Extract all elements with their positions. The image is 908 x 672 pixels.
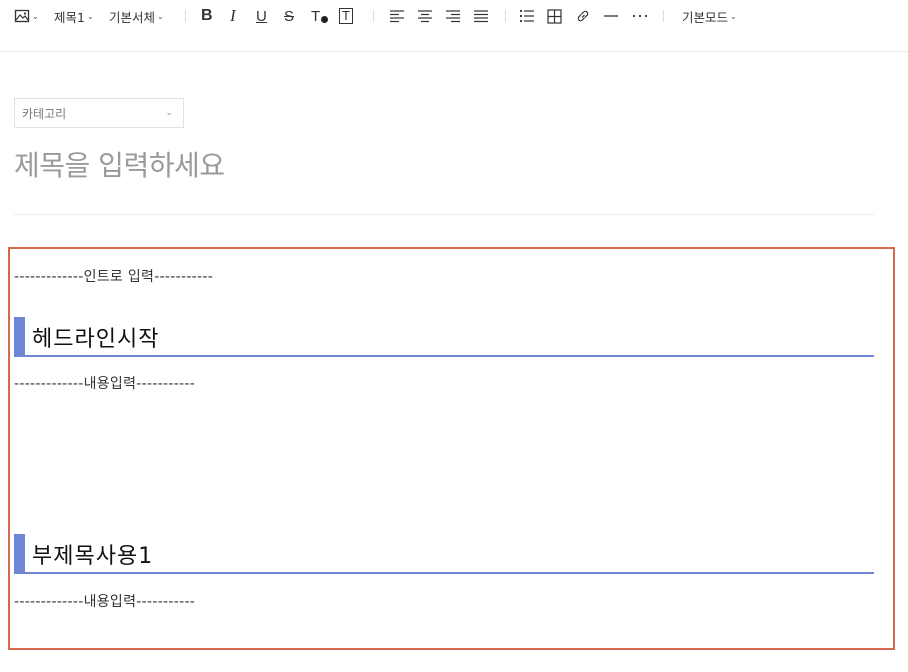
editor-toolbar: ⌄ 제목1 ⌄ 기본서체 ⌄ B I U S T T 기본모드 ⌄ <box>0 0 908 52</box>
title-input[interactable]: 제목을 입력하세요 <box>14 144 874 188</box>
chevron-down-icon: ⌄ <box>165 108 173 118</box>
category-label: 카테고리 <box>22 106 67 121</box>
chevron-down-icon: ⌄ <box>86 11 94 21</box>
more-icon <box>632 14 648 18</box>
heading-style-dropdown[interactable]: 제목1 ⌄ <box>54 5 94 27</box>
table-icon <box>547 8 562 24</box>
underline-button[interactable]: U <box>256 5 267 27</box>
strikethrough-button[interactable]: S <box>284 5 294 27</box>
bullet-list-button[interactable] <box>519 5 535 27</box>
strikethrough-icon: S <box>284 7 295 25</box>
toolbar-divider <box>373 10 374 22</box>
align-right-button[interactable] <box>445 5 461 27</box>
align-center-button[interactable] <box>417 5 433 27</box>
more-options-button[interactable] <box>631 5 649 27</box>
headline-block[interactable]: 헤드라인시작 <box>14 317 874 357</box>
align-left-icon <box>390 10 404 23</box>
text-color-icon: T <box>311 7 321 25</box>
chevron-down-icon: ⌄ <box>32 11 39 21</box>
toolbar-divider <box>505 10 506 22</box>
link-button[interactable] <box>575 5 591 27</box>
headline-text: 헤드라인시작 <box>32 327 160 352</box>
color-dot-icon <box>321 15 329 23</box>
content-highlight-frame <box>8 247 895 650</box>
italic-icon: I <box>230 6 236 25</box>
link-icon <box>577 10 589 22</box>
align-center-icon <box>418 10 432 23</box>
align-justify-button[interactable] <box>473 5 489 27</box>
underline-icon: U <box>256 7 267 25</box>
image-icon <box>14 9 30 23</box>
subheading-text: 부제목사용1 <box>32 544 154 569</box>
mode-dropdown[interactable]: 기본모드 ⌄ <box>682 5 737 27</box>
heading-accent-bar <box>14 317 25 357</box>
toolbar-divider <box>663 10 664 22</box>
horizontal-rule-button[interactable] <box>603 5 619 27</box>
body-text-2[interactable]: -------------내용입력----------- <box>14 591 195 611</box>
table-button[interactable] <box>547 5 562 27</box>
toolbar-divider <box>185 10 186 22</box>
align-left-button[interactable] <box>389 5 405 27</box>
title-divider <box>14 214 874 215</box>
body-text-1[interactable]: -------------내용입력----------- <box>14 373 195 393</box>
bullet-list-icon <box>519 9 534 23</box>
chevron-down-icon: ⌄ <box>157 11 164 21</box>
heading-style-label: 제목1 <box>54 9 85 25</box>
bold-button[interactable]: B <box>201 5 213 27</box>
text-background-icon: T <box>339 8 353 24</box>
italic-button[interactable]: I <box>230 5 236 27</box>
heading-accent-bar <box>14 534 25 574</box>
insert-image-button[interactable]: ⌄ <box>14 5 39 27</box>
text-background-button[interactable]: T <box>339 5 353 27</box>
align-right-icon <box>446 10 460 23</box>
category-select[interactable]: 카테고리 ⌄ <box>14 98 184 128</box>
bold-icon: B <box>201 7 213 24</box>
intro-text[interactable]: -------------인트로 입력----------- <box>14 266 213 286</box>
horizontal-line-icon <box>604 15 618 17</box>
font-family-label: 기본서체 <box>109 9 156 25</box>
subheading-block[interactable]: 부제목사용1 <box>14 534 874 574</box>
font-family-dropdown[interactable]: 기본서체 ⌄ <box>109 5 164 27</box>
align-justify-icon <box>474 10 488 23</box>
text-color-button[interactable]: T <box>311 5 329 27</box>
chevron-down-icon: ⌄ <box>730 11 737 21</box>
mode-label: 기본모드 <box>682 9 729 25</box>
